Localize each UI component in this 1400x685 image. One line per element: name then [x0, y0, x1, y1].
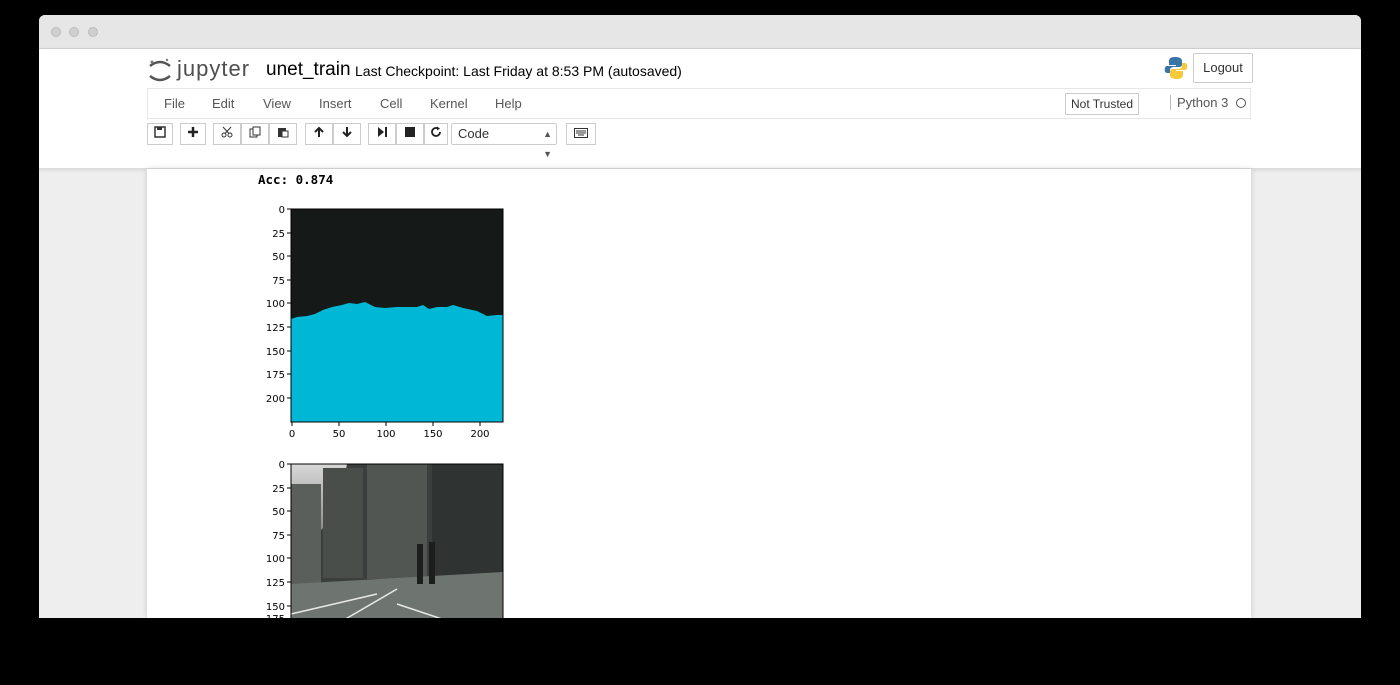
save-button[interactable] [147, 123, 173, 145]
y-tick-label: 75 [272, 531, 285, 542]
jupyter-logo[interactable]: jupyter [147, 56, 267, 86]
select-caret-icon: ▲ ▼ [543, 129, 552, 159]
y-tick-label: 25 [272, 484, 285, 495]
move-down-button[interactable] [333, 123, 361, 145]
accuracy-output: Acc: 0.874 [258, 172, 334, 187]
cut-button[interactable] [213, 123, 241, 145]
y-tick-label: 25 [272, 229, 285, 240]
y-tick-label: 125 [266, 578, 285, 589]
minimize-window-button[interactable] [69, 27, 79, 37]
run-icon [378, 127, 387, 137]
add-cell-icon [188, 127, 198, 137]
menu-file[interactable]: File [164, 96, 185, 111]
y-tick-label: 50 [272, 252, 285, 263]
python-logo-icon [1164, 57, 1188, 79]
cut-icon [221, 126, 233, 138]
add-cell-button[interactable] [180, 123, 206, 145]
menu-edit[interactable]: Edit [212, 96, 234, 111]
logout-button[interactable]: Logout [1193, 53, 1253, 83]
save-icon [154, 126, 166, 138]
y-ticks: 0 25 50 75 100 125 150 175 [266, 460, 291, 618]
mask-region [291, 302, 503, 422]
window-titlebar [39, 15, 1361, 49]
menu-view[interactable]: View [263, 96, 291, 111]
keyboard-icon [574, 128, 588, 138]
browser-window: jupyter unet_train Last Checkpoint: Last… [39, 15, 1361, 618]
y-tick-label: 100 [266, 554, 285, 565]
cell-type-value: Code [458, 126, 490, 141]
move-up-icon [314, 126, 324, 137]
kernel-idle-icon [1236, 98, 1246, 108]
paste-button[interactable] [269, 123, 297, 145]
x-tick-label: 100 [376, 429, 395, 440]
menu-insert[interactable]: Insert [319, 96, 352, 111]
y-tick-label: 125 [266, 323, 285, 334]
x-tick-label: 50 [333, 429, 346, 440]
x-tick-label: 200 [470, 429, 489, 440]
y-tick-label: 0 [279, 460, 285, 471]
y-tick-label: 175 [266, 614, 285, 618]
restart-button[interactable] [424, 123, 448, 145]
zoom-window-button[interactable] [88, 27, 98, 37]
move-down-icon [342, 127, 352, 138]
x-tick-label: 0 [289, 429, 295, 440]
y-tick-label: 200 [266, 394, 285, 405]
restart-icon [431, 126, 441, 137]
notebook-cell-output: Acc: 0.874 0 25 50 75 100 125 150 175 20… [147, 169, 1251, 618]
segmentation-mask-plot: 0 25 50 75 100 125 150 175 200 0 50 100 … [266, 205, 504, 440]
jupyter-logo-icon [149, 58, 171, 82]
y-tick-label: 175 [266, 370, 285, 381]
y-tick-label: 50 [272, 507, 285, 518]
y-tick-label: 75 [272, 276, 285, 287]
y-tick-label: 150 [266, 347, 285, 358]
menu-bar: File Edit View Insert Cell Kernel Help N… [147, 88, 1251, 119]
cell-type-select[interactable]: Code ▲ ▼ [451, 123, 557, 159]
close-window-button[interactable] [51, 27, 61, 37]
trust-button[interactable]: Not Trusted [1065, 93, 1139, 115]
copy-button[interactable] [241, 123, 269, 145]
y-tick-label: 150 [266, 602, 285, 613]
interrupt-button[interactable] [396, 123, 424, 145]
command-palette-button[interactable] [566, 123, 596, 145]
stop-icon [405, 127, 415, 137]
menu-kernel[interactable]: Kernel [430, 96, 468, 111]
copy-icon [249, 126, 261, 138]
y-tick-label: 100 [266, 299, 285, 310]
kernel-name: Python 3 [1170, 95, 1228, 110]
menu-help[interactable]: Help [495, 96, 522, 111]
notebook-header: jupyter unet_train Last Checkpoint: Last… [39, 49, 1361, 169]
input-image-plot: 0 25 50 75 100 125 150 175 [266, 460, 504, 618]
y-tick-label: 0 [279, 205, 285, 216]
menu-cell[interactable]: Cell [380, 96, 402, 111]
run-button[interactable] [368, 123, 396, 145]
jupyter-logo-text: jupyter [177, 56, 251, 81]
x-ticks: 0 50 100 150 200 [289, 422, 490, 440]
x-tick-label: 150 [423, 429, 442, 440]
checkpoint-status: Last Checkpoint: Last Friday at 8:53 PM … [355, 63, 682, 79]
notebook-name[interactable]: unet_train [266, 59, 351, 81]
y-ticks: 0 25 50 75 100 125 150 175 200 [266, 205, 291, 405]
move-up-button[interactable] [305, 123, 333, 145]
paste-icon [278, 128, 289, 138]
